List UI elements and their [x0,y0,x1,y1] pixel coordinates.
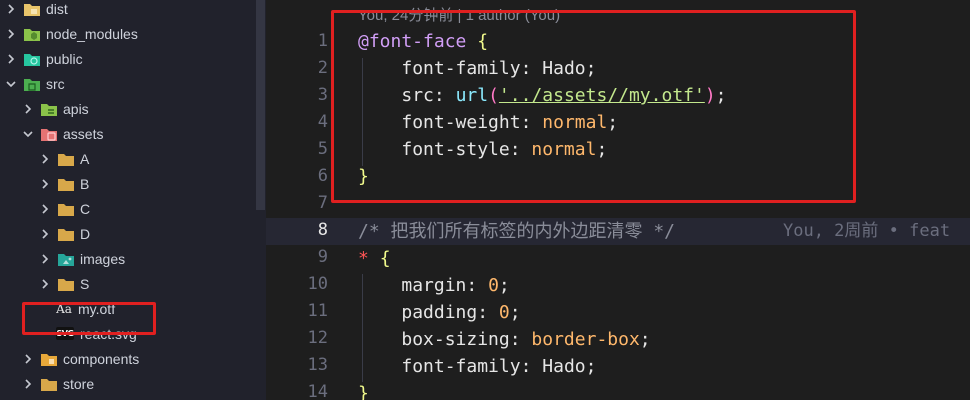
css-property: font-family [401,356,521,377]
code-line-10[interactable]: margin: 0; [358,272,509,299]
folder-icon [57,151,75,167]
chevron-right-icon[interactable] [38,177,52,191]
chevron-right-icon[interactable] [21,352,35,366]
chevron-right-icon[interactable] [38,277,52,291]
folder-icon [57,276,75,292]
chevron-right-icon[interactable] [21,102,35,116]
chevron-right-icon[interactable] [4,52,18,66]
explorer-scrollbar[interactable] [256,0,265,210]
chevron-right-icon[interactable] [38,152,52,166]
tree-item-b[interactable]: B [0,171,266,196]
folder-icon [57,201,75,217]
line-number: 8 [317,220,328,240]
tree-item-dist[interactable]: dist [0,0,266,21]
chevron-right-icon[interactable] [4,27,18,41]
line-number: 6 [317,166,328,186]
tree-item-label: S [80,275,90,292]
css-selector: * [358,248,369,269]
chevron-right-icon[interactable] [38,202,52,216]
line-number: 3 [317,85,328,105]
tree-item-label: src [46,75,65,92]
chevron-right-icon[interactable] [21,377,35,391]
line-number: 13 [307,355,328,375]
code-line-9[interactable]: * { [358,245,391,272]
code-line-8[interactable]: /* 把我们所有标签的内外边距清零 */ [358,218,675,245]
tree-item-components[interactable]: components [0,346,266,371]
css-value: border-box [531,329,640,350]
css-value: 0 [488,275,499,296]
brace: { [379,248,391,269]
tree-item-label: apis [63,100,89,117]
line-number: 11 [307,301,328,321]
code-line-11[interactable]: padding: 0; [358,299,520,326]
folder-components-icon [40,351,58,367]
line-number: 5 [317,139,328,159]
chevron-right-icon[interactable] [4,2,18,16]
line-number: 7 [317,193,328,213]
folder-public-icon [23,51,41,67]
folder-icon [57,176,75,192]
line-number: 2 [317,58,328,78]
line-number: 1 [317,31,328,51]
tree-item-apis[interactable]: apis [0,96,266,121]
folder-dist-icon [23,1,41,17]
tree-item-s[interactable]: S [0,271,266,296]
line-number: 9 [317,247,328,267]
code-line-14[interactable]: } [358,380,369,400]
chevron-down-icon[interactable] [4,77,18,91]
tree-item-label: public [46,50,83,67]
css-property: box-sizing [401,329,510,350]
chevron-right-icon[interactable] [38,252,52,266]
chevron-right-icon[interactable] [38,227,52,241]
inline-blame: You, 2周前 • feat [783,221,951,241]
tree-item-label: components [63,350,140,367]
tree-item-public[interactable]: public [0,46,266,71]
folder-assets-icon [40,126,58,142]
tree-item-label: B [80,175,90,192]
brace: } [358,383,369,400]
highlight-frame-font-face [331,10,856,203]
folder-icon [57,226,75,242]
css-property: margin [401,275,467,296]
line-number: 4 [317,112,328,132]
tree-item-label: images [80,250,126,267]
folder-store-icon [40,376,58,392]
tree-item-label: store [63,375,95,392]
folder-apis-icon [40,101,58,117]
line-number: 14 [307,382,328,400]
tree-item-images[interactable]: images [0,246,266,271]
tree-item-label: A [80,150,90,167]
code-line-12[interactable]: box-sizing: border-box; [358,326,650,353]
tree-item-a[interactable]: A [0,146,266,171]
tree-item-assets[interactable]: assets [0,121,266,146]
folder-src-icon [23,76,41,92]
folder-node-icon [23,26,41,42]
code-line-13[interactable]: font-family: Hado; [358,353,596,380]
css-property: padding [401,302,478,323]
tree-item-c[interactable]: C [0,196,266,221]
tree-item-store[interactable]: store [0,371,266,396]
css-value: 0 [498,302,510,323]
line-number: 10 [307,274,328,294]
tree-item-label: C [80,200,91,217]
file-explorer: dist node_modulespublic src apis assets A B C Di… [0,0,266,400]
tree-item-src[interactable]: src [0,71,266,96]
folder-images-icon [57,251,75,267]
tree-item-label: assets [63,125,104,142]
code-comment: /* 把我们所有标签的内外边距清零 */ [358,221,676,242]
highlight-frame-my-otf [22,302,156,335]
tree-item-label: node_modules [46,25,138,42]
tree-item-d[interactable]: D [0,221,266,246]
tree-item-label: dist [46,0,68,17]
tree-item-node-modules[interactable]: node_modules [0,21,266,46]
css-value: Hado [542,356,586,377]
chevron-down-icon[interactable] [21,127,35,141]
line-number: 12 [307,328,328,348]
tree-item-label: D [80,225,91,242]
